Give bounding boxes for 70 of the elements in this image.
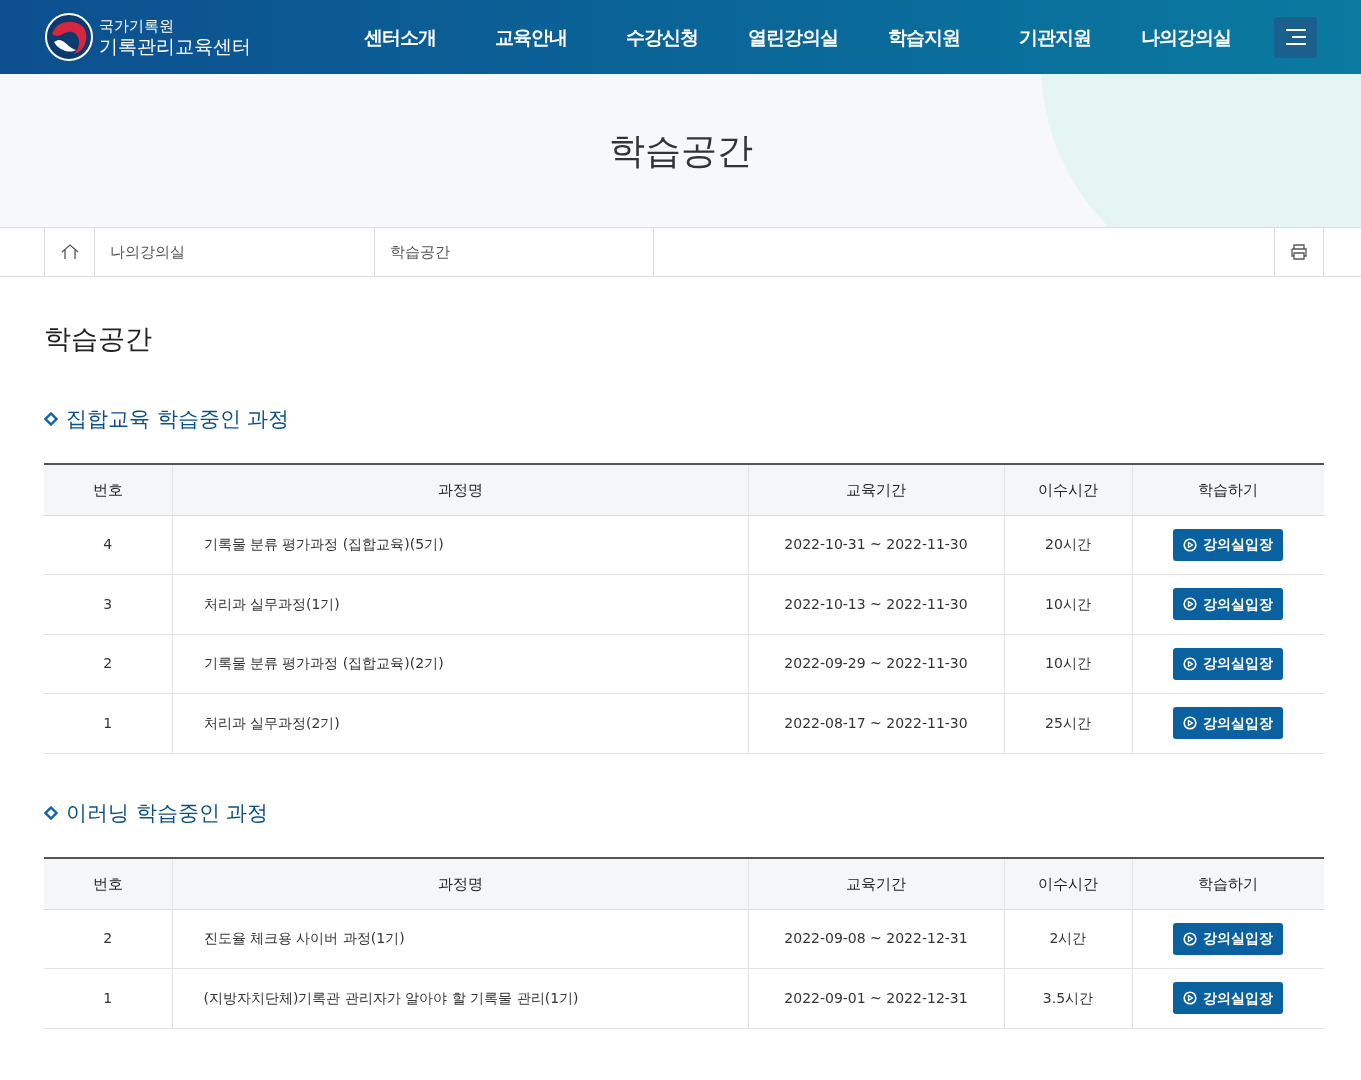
table-cell: (지방자치단체)기록관 관리자가 알아야 할 기록물 관리(1기)	[172, 968, 748, 1028]
table-cell: 처리과 실무과정(2기)	[172, 693, 748, 753]
column-header: 과정명	[172, 464, 748, 515]
column-header: 이수시간	[1004, 464, 1132, 515]
nav-link[interactable]: 센터소개	[334, 22, 465, 52]
hero-title: 학습공간	[608, 128, 753, 173]
table-cell: 처리과 실무과정(1기)	[172, 574, 748, 634]
table-cell: 2	[44, 909, 172, 969]
play-circle-icon	[1183, 991, 1198, 1006]
diamond-bullet-icon	[44, 806, 58, 821]
logo-emblem-icon	[44, 12, 94, 62]
column-header: 교육기간	[748, 858, 1004, 909]
table-cell: 3	[44, 574, 172, 634]
nav-link[interactable]: 기관지원	[989, 22, 1120, 52]
table-cell: 3.5시간	[1004, 968, 1132, 1028]
table-cell: 25시간	[1004, 693, 1132, 753]
menu-icon	[1284, 28, 1307, 46]
table-cell: 10시간	[1004, 574, 1132, 634]
play-circle-icon	[1183, 597, 1198, 612]
table-cell: 10시간	[1004, 634, 1132, 694]
column-header: 이수시간	[1004, 858, 1132, 909]
table-cell: 2022-10-31 ~ 2022-11-30	[748, 515, 1004, 575]
table-cell: 2022-09-01 ~ 2022-12-31	[748, 968, 1004, 1028]
table-cell: 기록물 분류 평가과정 (집합교육)(2기)	[172, 634, 748, 694]
column-header: 과정명	[172, 858, 748, 909]
home-icon	[60, 244, 79, 260]
table-cell: 2022-09-08 ~ 2022-12-31	[748, 909, 1004, 969]
play-circle-icon	[1183, 537, 1198, 552]
page-title: 학습공간	[44, 322, 153, 356]
printer-icon	[1290, 244, 1308, 260]
nav-link[interactable]: 나의강의실	[1120, 22, 1251, 52]
enter-classroom-button[interactable]: 강의실입장	[1173, 922, 1284, 955]
section-title: 이러닝 학습중인 과정	[66, 799, 269, 827]
enter-classroom-button[interactable]: 강의실입장	[1173, 982, 1284, 1015]
section-title: 집합교육 학습중인 과정	[66, 405, 290, 433]
print-button[interactable]	[1274, 228, 1324, 276]
column-header: 번호	[44, 464, 172, 515]
column-header: 학습하기	[1132, 464, 1324, 515]
table-cell: 1	[44, 968, 172, 1028]
enter-classroom-button[interactable]: 강의실입장	[1173, 588, 1284, 621]
table-cell: 2	[44, 634, 172, 694]
logo-subtitle: 국가기록원	[99, 18, 175, 34]
nav-link[interactable]: 교육안내	[465, 22, 596, 52]
enter-classroom-button[interactable]: 강의실입장	[1173, 707, 1284, 740]
diamond-bullet-icon	[44, 412, 58, 427]
menu-button[interactable]	[1274, 16, 1317, 58]
table-cell: 2022-08-17 ~ 2022-11-30	[748, 693, 1004, 753]
table-cell: 20시간	[1004, 515, 1132, 575]
table-cell: 진도율 체크용 사이버 과정(1기)	[172, 909, 748, 969]
table-cell: 2시간	[1004, 909, 1132, 969]
home-link[interactable]	[44, 228, 95, 276]
column-header: 교육기간	[748, 464, 1004, 515]
enter-classroom-button[interactable]: 강의실입장	[1173, 647, 1284, 680]
breadcrumb-item[interactable]: 학습공간	[375, 228, 654, 276]
logo-title: 기록관리교육센터	[99, 36, 251, 56]
column-header: 번호	[44, 858, 172, 909]
table-cell: 2022-10-13 ~ 2022-11-30	[748, 574, 1004, 634]
column-header: 학습하기	[1132, 858, 1324, 909]
table-cell: 1	[44, 693, 172, 753]
nav-link[interactable]: 열린강의실	[727, 22, 858, 52]
play-circle-icon	[1183, 656, 1198, 671]
play-circle-icon	[1183, 716, 1198, 731]
play-circle-icon	[1183, 931, 1198, 946]
enter-classroom-button[interactable]: 강의실입장	[1173, 528, 1284, 561]
breadcrumb-item[interactable]: 나의강의실	[95, 228, 375, 276]
table-cell: 4	[44, 515, 172, 575]
nav-link[interactable]: 수강신청	[596, 22, 727, 52]
table-cell: 기록물 분류 평가과정 (집합교육)(5기)	[172, 515, 748, 575]
table-cell: 2022-09-29 ~ 2022-11-30	[748, 634, 1004, 694]
nav-link[interactable]: 학습지원	[858, 22, 989, 52]
